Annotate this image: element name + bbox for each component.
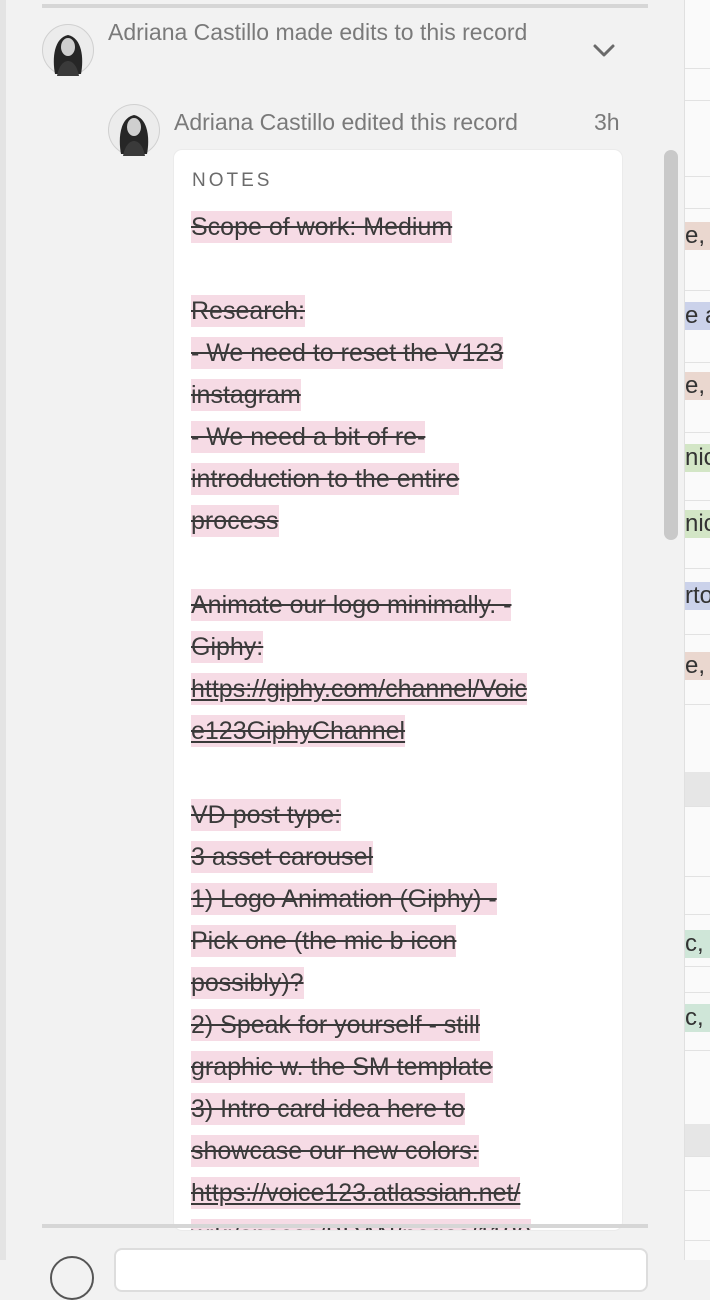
scrollbar-thumb[interactable]	[664, 150, 678, 540]
note-line: showcase our new colors:	[191, 1130, 611, 1172]
grid-line	[685, 208, 710, 209]
removed-text: possibly)?	[191, 967, 304, 999]
note-line: possibly)?	[191, 962, 611, 1004]
note-line: Pick one (the mic b icon	[191, 920, 611, 962]
group-header-band	[685, 1124, 710, 1156]
tag-chip: c,	[685, 930, 710, 958]
note-line: 3 asset carousel	[191, 836, 611, 878]
removed-text: - We need to reset the V123	[191, 337, 504, 369]
removed-text: Giphy:	[191, 631, 264, 663]
comment-input[interactable]	[114, 1248, 648, 1292]
removed-text: instagram	[191, 379, 301, 411]
grid-line	[685, 432, 710, 433]
divider	[42, 1224, 648, 1228]
grid-line	[685, 68, 710, 69]
activity-entry-timestamp: 3h	[594, 109, 620, 135]
note-line: 2) Speak for yourself - still	[191, 1004, 611, 1046]
note-line: instagram	[191, 374, 611, 416]
note-line: Research:	[191, 290, 611, 332]
grid-line	[685, 704, 710, 705]
grid-line	[685, 1156, 710, 1157]
removed-text[interactable]: https://voice123.atlassian.net/	[191, 1177, 521, 1209]
grid-line	[685, 176, 710, 177]
grid-line	[685, 362, 710, 363]
note-line: VD post type:	[191, 794, 611, 836]
background-grid-column: e, e e a e, e nic nic rto e, e c, c,	[684, 0, 710, 1260]
removed-text: Animate our logo minimally. -	[191, 589, 512, 621]
removed-text[interactable]: https://giphy.com/channel/Voic	[191, 673, 527, 705]
removed-text: graphic w. the SM template	[191, 1051, 493, 1083]
removed-notes-text: Scope of work: Medium Research: - We need…	[191, 206, 611, 1230]
removed-text: - We need a bit of re-	[191, 421, 426, 453]
note-line: - We need a bit of re-	[191, 416, 611, 458]
note-line: - We need to reset the V123	[191, 332, 611, 374]
field-label: NOTES	[192, 170, 273, 191]
removed-text: VD post type:	[191, 799, 342, 831]
grid-line	[685, 876, 710, 877]
removed-text: 3) Intro card idea here to	[191, 1093, 465, 1125]
notes-diff-card: NOTES Scope of work: Medium Research: - W…	[174, 150, 622, 1230]
grid-line	[685, 966, 710, 967]
user-avatar	[108, 104, 160, 156]
grid-line	[685, 914, 710, 915]
removed-text: 2) Speak for yourself - still	[191, 1009, 480, 1041]
grid-line	[685, 100, 710, 101]
tag-chip: rto	[685, 582, 710, 610]
grid-line	[685, 1190, 710, 1191]
removed-text: Scope of work: Medium	[191, 211, 453, 243]
tag-chip: nic	[685, 444, 710, 472]
grid-line	[685, 290, 710, 291]
divider	[42, 4, 648, 8]
note-line	[191, 248, 611, 290]
tag-chip: nic	[685, 510, 710, 538]
note-link-line[interactable]: https://giphy.com/channel/Voic	[191, 668, 611, 710]
note-line: process	[191, 500, 611, 542]
note-line	[191, 752, 611, 794]
note-line: Scope of work: Medium	[191, 206, 611, 248]
removed-text: 3 asset carousel	[191, 841, 374, 873]
chevron-down-icon[interactable]	[590, 40, 618, 62]
activity-summary[interactable]: Adriana Castillo made edits to this reco…	[108, 14, 528, 50]
tag-chip: e a	[685, 302, 710, 330]
note-line: 1) Logo Animation (Giphy) -	[191, 878, 611, 920]
activity-entry-text: Adriana Castillo edited this record	[174, 109, 518, 135]
grid-line	[685, 806, 710, 807]
note-line: 3) Intro card idea here to	[191, 1088, 611, 1130]
removed-text: showcase our new colors:	[191, 1135, 479, 1167]
grid-line	[685, 500, 710, 501]
removed-text: introduction to the entire	[191, 463, 460, 495]
note-link-line[interactable]: e123GiphyChannel	[191, 710, 611, 752]
note-line: graphic w. the SM template	[191, 1046, 611, 1088]
removed-text[interactable]: e123GiphyChannel	[191, 715, 406, 747]
note-line: Giphy:	[191, 626, 611, 668]
grid-line	[685, 992, 710, 993]
tag-chip: e, e	[685, 652, 710, 680]
removed-text: Research:	[191, 295, 305, 327]
removed-text: process	[191, 505, 279, 537]
removed-text: 1) Logo Animation (Giphy) -	[191, 883, 497, 915]
note-line: introduction to the entire	[191, 458, 611, 500]
note-line	[191, 542, 611, 584]
tag-chip: e, e	[685, 372, 710, 400]
grid-line	[685, 568, 710, 569]
tag-chip: e, e	[685, 222, 710, 250]
current-user-avatar	[50, 1256, 94, 1300]
removed-text: Pick one (the mic b icon	[191, 925, 457, 957]
note-line: Animate our logo minimally. -	[191, 584, 611, 626]
grid-line	[685, 1240, 710, 1241]
user-avatar	[42, 24, 94, 76]
group-header-band	[685, 772, 710, 806]
grid-line	[685, 634, 710, 635]
tag-chip: c,	[685, 1004, 710, 1032]
grid-line	[685, 1050, 710, 1051]
note-link-line[interactable]: https://voice123.atlassian.net/	[191, 1172, 611, 1214]
